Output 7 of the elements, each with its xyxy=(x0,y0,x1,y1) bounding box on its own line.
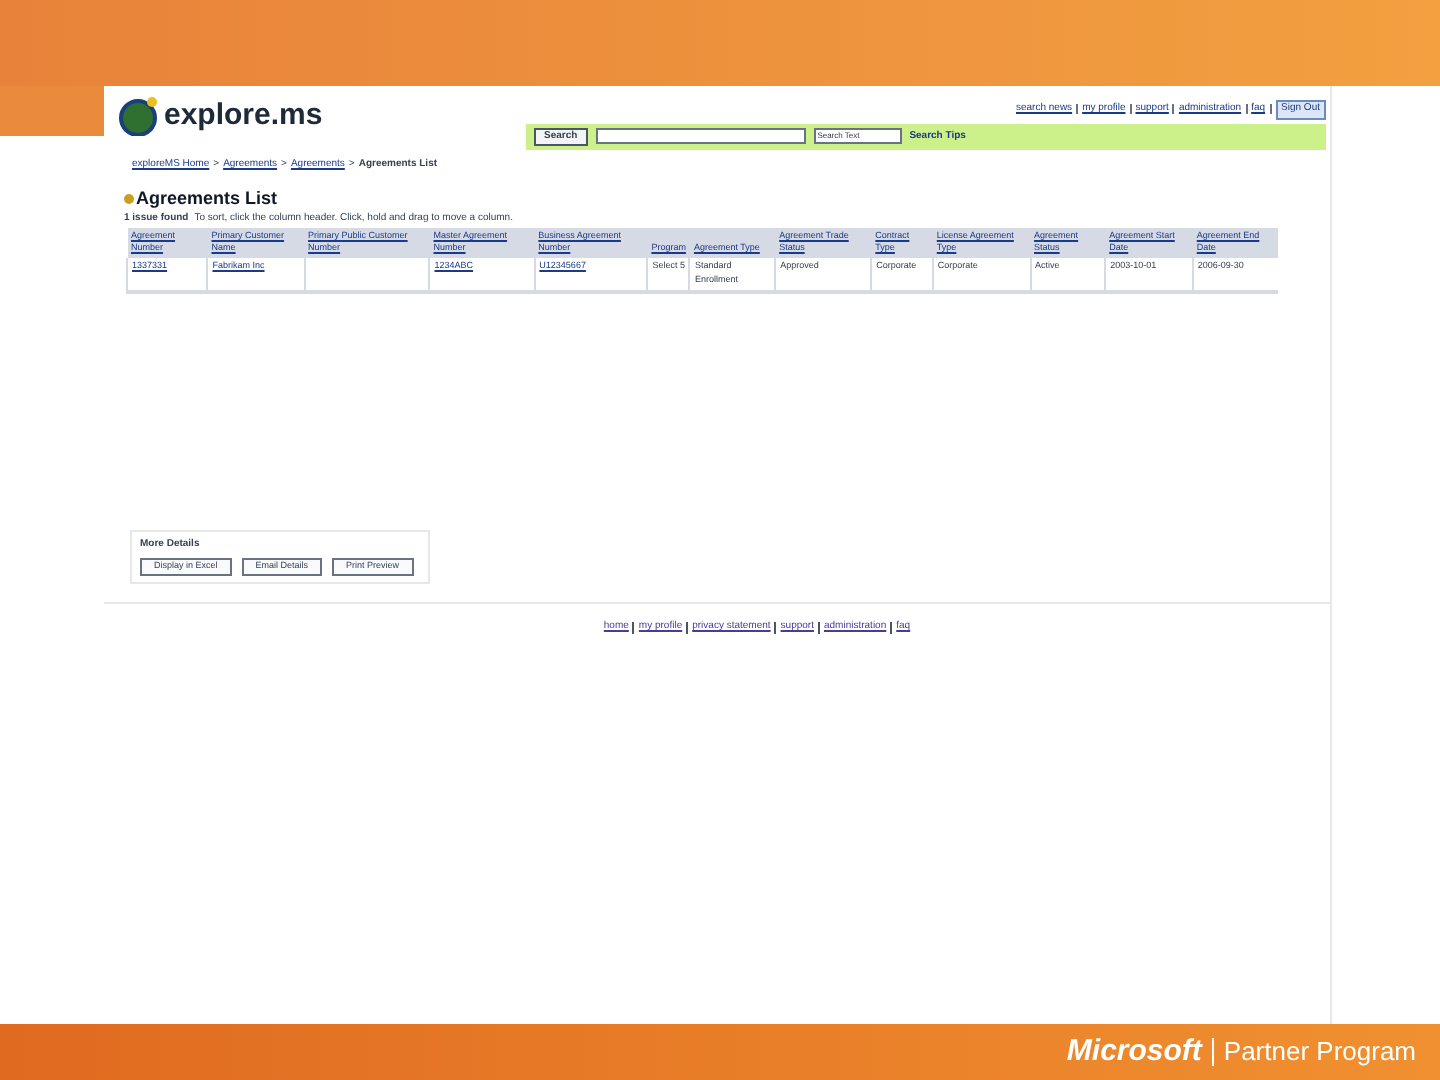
accent-bar xyxy=(0,86,104,136)
search-field[interactable] xyxy=(595,128,806,145)
site-logo: explore.ms xyxy=(164,96,323,136)
brand-name: Microsoft xyxy=(1066,1031,1202,1072)
globe-logo-icon xyxy=(116,96,160,137)
page-title: Agreements List xyxy=(136,185,278,212)
program-name: Partner Program xyxy=(1223,1034,1416,1071)
